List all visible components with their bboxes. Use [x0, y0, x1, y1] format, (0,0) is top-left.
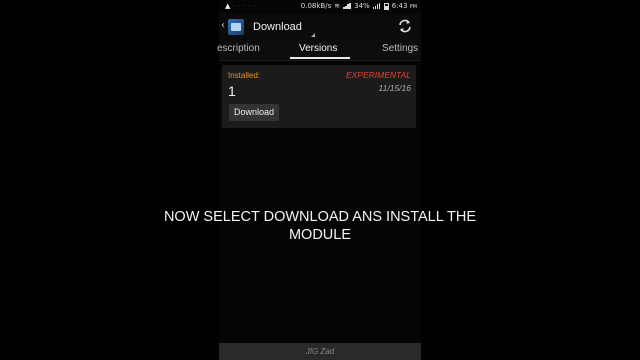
download-button[interactable]: Download: [229, 104, 280, 121]
wifi-icon: ≋: [334, 2, 341, 10]
tab-settings[interactable]: Settings: [382, 43, 418, 54]
dropdown-corner-icon: [311, 33, 315, 37]
release-date: 11/15/16: [378, 83, 411, 93]
phone-screen: ▲ · · · · · 0.08kB/s ≋ 34% 6:43 PM ‹ Dow…: [217, 0, 421, 360]
back-icon[interactable]: ‹: [221, 20, 225, 31]
app-icon[interactable]: [228, 19, 244, 35]
caption-line-1: NOW SELECT DOWNLOAD ANS INSTALL THE: [163, 209, 477, 225]
active-tab-indicator: [290, 57, 350, 59]
footer-credit: JIG Zad: [219, 343, 421, 360]
data-speed: 0.08kB/s: [300, 2, 332, 10]
refresh-icon[interactable]: [397, 18, 413, 34]
tab-versions[interactable]: Versions: [299, 43, 337, 54]
caption-line-2: MODULE: [288, 227, 352, 243]
status-bar: ▲ · · · · · 0.08kB/s ≋ 34% 6:43 PM: [219, 0, 421, 14]
installed-label: Installed:: [228, 71, 261, 80]
signal-icon-2: [372, 3, 381, 9]
tab-bar: escription Versions Settings: [217, 40, 421, 61]
warning-icon: ▲: [225, 2, 231, 10]
signal-icon: [343, 3, 351, 9]
notification-dots-icon: · · · · ·: [233, 3, 257, 9]
release-channel: EXPERIMENTAL: [345, 70, 411, 80]
battery-percent: 34%: [354, 2, 370, 10]
version-card: Installed: 1 EXPERIMENTAL 11/15/16 Downl…: [222, 65, 416, 128]
version-number: 1: [228, 83, 236, 99]
battery-icon: [383, 2, 389, 10]
clock: 6:43 PM: [391, 2, 417, 10]
tab-description[interactable]: escription: [217, 43, 260, 54]
app-title: Download: [253, 21, 302, 33]
instruction-caption: NOW SELECT DOWNLOAD ANS INSTALL THE MODU…: [0, 208, 640, 244]
app-bar: ‹ Download: [219, 14, 421, 40]
